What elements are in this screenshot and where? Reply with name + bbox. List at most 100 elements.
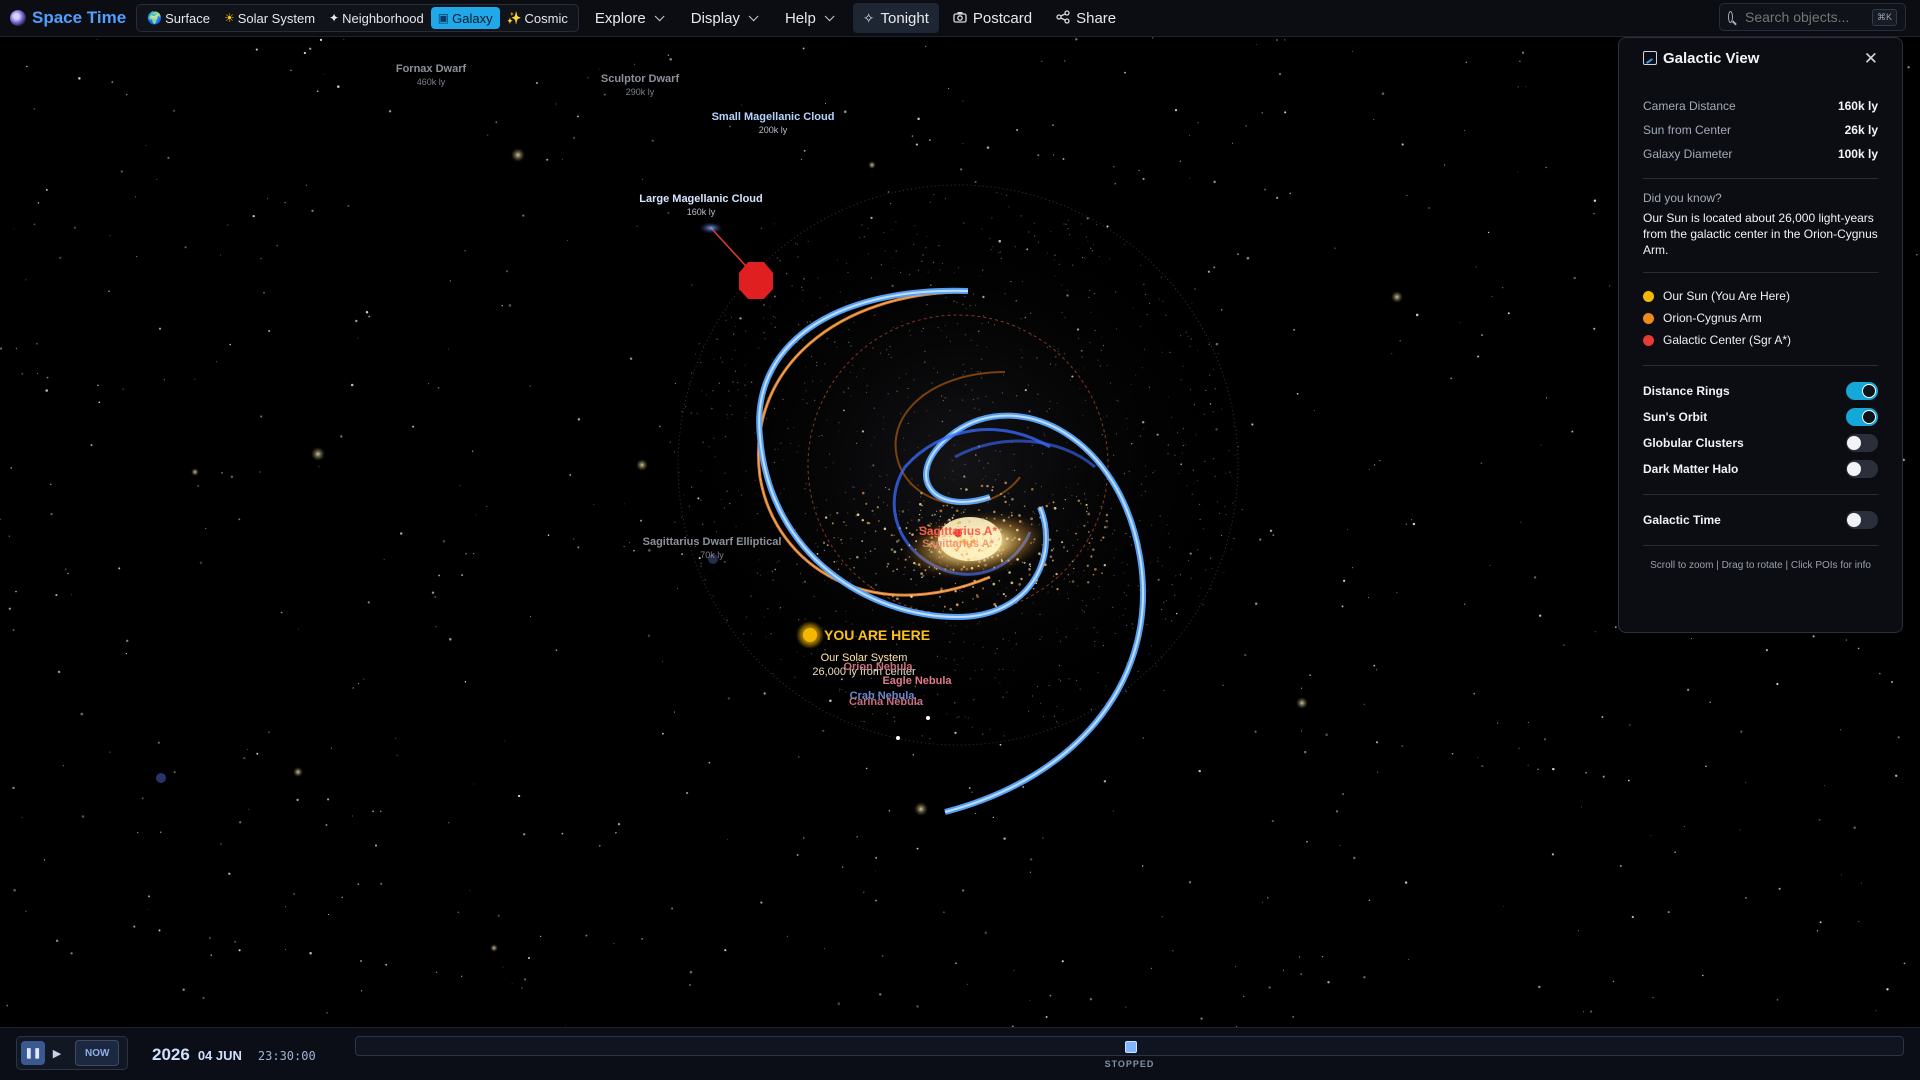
background-star xyxy=(1739,829,1741,831)
disk-star xyxy=(763,303,765,305)
nebula-dot[interactable] xyxy=(896,736,900,740)
mode-cosmic[interactable]: ✨ Cosmic xyxy=(500,7,575,29)
time-scrubber-track[interactable] xyxy=(355,1036,1904,1056)
top-bar: Space Time 🌍 Surface ☀ Solar System ✦ Ne… xyxy=(0,0,1920,37)
search-box[interactable]: ⌘K xyxy=(1719,3,1906,31)
disk-star xyxy=(838,422,840,424)
background-star xyxy=(1029,871,1032,873)
field-star xyxy=(156,773,166,783)
disk-star xyxy=(1203,413,1205,415)
background-star xyxy=(1517,171,1519,173)
sun-marker-icon[interactable] xyxy=(803,628,817,642)
core-star xyxy=(1035,582,1038,585)
background-star xyxy=(1352,567,1354,569)
background-star xyxy=(1375,741,1379,744)
core-star xyxy=(1017,599,1019,602)
disk-star xyxy=(737,381,739,384)
background-star xyxy=(1410,519,1413,521)
background-star xyxy=(202,996,205,999)
mode-neighborhood[interactable]: ✦ Neighborhood xyxy=(322,7,431,29)
poi-fornax-dwarf[interactable]: Fornax Dwarf 460k ly xyxy=(396,63,466,87)
core-star xyxy=(926,481,929,484)
pause-button[interactable]: ❚❚ xyxy=(21,1041,45,1065)
poi-sculptor-dwarf[interactable]: Sculptor Dwarf 290k ly xyxy=(601,73,679,97)
disk-star xyxy=(1229,471,1231,473)
core-star xyxy=(890,534,893,537)
background-star xyxy=(1585,771,1587,774)
brand[interactable]: Space Time xyxy=(10,8,126,28)
disk-star xyxy=(1016,395,1018,397)
core-star xyxy=(861,491,865,495)
postcard-button[interactable]: Postcard xyxy=(943,3,1042,33)
share-button[interactable]: Share xyxy=(1046,3,1126,33)
disk-star xyxy=(826,499,828,501)
galactic-time-switch[interactable] xyxy=(1846,511,1878,529)
core-star xyxy=(900,548,903,551)
mode-galaxy[interactable]: ▣ Galaxy xyxy=(430,7,500,29)
stat-row: Camera Distance 160k ly xyxy=(1643,94,1878,118)
background-star xyxy=(1487,231,1490,234)
core-star xyxy=(876,506,879,509)
globular-clusters-switch[interactable] xyxy=(1846,434,1878,452)
mode-surface[interactable]: 🌍 Surface xyxy=(140,7,217,29)
you-are-here-label[interactable]: YOU ARE HERE xyxy=(824,627,930,643)
menu-display[interactable]: Display xyxy=(691,10,759,27)
background-star xyxy=(1593,212,1595,215)
disk-star xyxy=(1015,643,1017,645)
core-star xyxy=(849,557,851,560)
toggle-label: Galactic Time xyxy=(1643,513,1721,527)
background-star xyxy=(495,121,497,123)
dark-matter-halo-switch[interactable] xyxy=(1846,460,1878,478)
disk-star xyxy=(1072,544,1074,546)
disk-star xyxy=(796,342,798,344)
nebula-orion[interactable]: Orion Nebula xyxy=(843,661,912,673)
menu-help[interactable]: Help xyxy=(785,10,835,27)
poi-small-magellanic-cloud[interactable]: Small Magellanic Cloud 200k ly xyxy=(712,111,835,135)
close-icon[interactable]: ✕ xyxy=(1864,50,1878,67)
field-star xyxy=(636,459,648,471)
disk-star xyxy=(774,326,776,328)
background-star xyxy=(357,682,360,685)
suns-orbit-switch[interactable] xyxy=(1846,408,1878,426)
play-button[interactable]: ▶ xyxy=(45,1041,69,1065)
nebula-eagle[interactable]: Eagle Nebula xyxy=(882,675,951,687)
legend-item: Orion-Cygnus Arm xyxy=(1643,307,1878,329)
core-star xyxy=(1001,548,1005,551)
background-star xyxy=(1545,166,1547,169)
poi-large-magellanic-cloud[interactable]: Large Magellanic Cloud 160k ly xyxy=(639,193,762,217)
background-star xyxy=(395,737,397,739)
camera-icon xyxy=(953,10,967,26)
poi-sagittarius-dwarf[interactable]: Sagittarius Dwarf Elliptical 70k ly xyxy=(643,536,782,560)
disk-star xyxy=(1048,684,1050,687)
disk-star xyxy=(1167,453,1169,455)
nebula-dot[interactable] xyxy=(926,716,930,720)
search-input[interactable] xyxy=(1742,8,1872,26)
core-star xyxy=(1071,560,1074,563)
menu-explore[interactable]: Explore xyxy=(595,10,665,27)
distance-rings-switch[interactable] xyxy=(1846,382,1878,400)
mode-solar-system[interactable]: ☀ Solar System xyxy=(217,7,322,29)
disk-star xyxy=(1127,584,1129,587)
disk-star xyxy=(1030,334,1032,336)
divider xyxy=(1643,365,1878,366)
disk-star xyxy=(847,271,849,274)
background-star xyxy=(1138,169,1140,172)
disk-star xyxy=(964,334,966,336)
now-button[interactable]: NOW xyxy=(75,1040,120,1066)
disk-star xyxy=(908,274,911,276)
core-star xyxy=(901,510,905,513)
background-star xyxy=(585,934,588,937)
disk-star xyxy=(981,322,983,325)
core-star xyxy=(843,521,845,523)
disk-star xyxy=(990,249,992,251)
disk-star xyxy=(1212,368,1214,371)
lmc-blob[interactable] xyxy=(699,222,723,234)
nebula-carina[interactable]: Carina Nebula xyxy=(849,696,923,708)
poi-name: Sagittarius Dwarf Elliptical xyxy=(642,536,782,548)
core-star xyxy=(978,560,981,563)
background-star xyxy=(350,383,354,387)
time-scrubber-thumb[interactable] xyxy=(1124,1041,1137,1053)
stop-marker-icon[interactable] xyxy=(739,262,773,299)
tonight-button[interactable]: ✧ Tonight xyxy=(852,3,939,33)
disk-star xyxy=(1020,318,1022,320)
